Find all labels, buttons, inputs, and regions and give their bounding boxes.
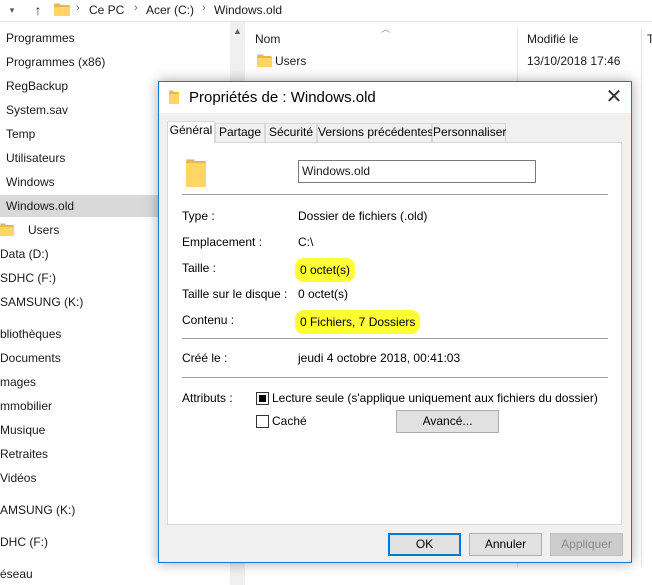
breadcrumb-item-ce-pc[interactable]: Ce PC <box>89 3 124 17</box>
nav-item-label: bliothèques <box>0 327 62 341</box>
type-value: Dossier de fichiers (.old) <box>298 209 428 223</box>
nav-item-label: DHC (F:) <box>0 535 48 549</box>
folder-icon <box>169 90 179 104</box>
folder-icon <box>186 159 206 187</box>
file-name: Users <box>275 54 307 68</box>
hidden-checkbox-label[interactable]: Caché <box>272 414 307 428</box>
file-modified-date: 13/10/2018 17:46 <box>527 54 621 68</box>
nav-item-label: Windows <box>6 175 55 189</box>
nav-item-label: Temp <box>6 127 36 141</box>
scroll-up-arrow-icon[interactable]: ▲ <box>230 26 245 36</box>
ok-button[interactable]: OK <box>388 533 461 556</box>
nav-item-label: Vidéos <box>0 471 37 485</box>
hidden-checkbox[interactable] <box>256 415 269 428</box>
size-label: Taille : <box>182 261 217 275</box>
dialog-titlebar[interactable]: Propriétés de : Windows.old ✕ <box>159 82 631 113</box>
nav-item-label: Documents <box>0 351 61 365</box>
properties-dialog: Propriétés de : Windows.old ✕ Général Pa… <box>158 81 632 563</box>
size-on-disk-label: Taille sur le disque : <box>182 287 288 301</box>
nav-item-label: Utilisateurs <box>6 151 66 165</box>
nav-item-label: Data (D:) <box>0 247 49 261</box>
breadcrumb[interactable]: › Ce PC › Acer (C:) › Windows.old <box>52 0 652 20</box>
folder-icon <box>54 3 70 16</box>
location-label: Emplacement : <box>182 235 263 249</box>
folder-name-field[interactable]: Windows.old <box>298 160 536 183</box>
nav-item-label: Programmes <box>6 31 75 45</box>
nav-item-label: AMSUNG (K:) <box>0 503 76 517</box>
apply-button[interactable]: Appliquer <box>550 533 623 556</box>
nav-item-reseau[interactable]: éseau <box>0 563 230 585</box>
nav-item-label: éseau <box>0 567 33 581</box>
nav-item-programmes-x86[interactable]: Programmes (x86) <box>0 51 230 73</box>
nav-item-label: Retraites <box>0 447 49 461</box>
dialog-title: Propriétés de : Windows.old <box>189 89 376 106</box>
created-value: jeudi 4 octobre 2018, 00:41:03 <box>298 351 461 365</box>
readonly-checkbox[interactable] <box>256 392 269 405</box>
nav-item-label: Programmes (x86) <box>6 55 106 69</box>
breadcrumb-item-drive[interactable]: Acer (C:) <box>146 3 194 17</box>
nav-item-label: SAMSUNG (K:) <box>0 295 84 309</box>
contents-value: 0 Fichiers, 7 Dossiers <box>298 313 418 331</box>
tab-personnaliser[interactable]: Personnaliser <box>432 123 506 142</box>
address-bar: ▾ ↑ › Ce PC › Acer (C:) › Windows.old <box>0 0 652 22</box>
divider <box>182 338 608 339</box>
sort-ascending-icon: ︿ <box>381 24 391 34</box>
type-label: Type : <box>182 209 215 223</box>
breadcrumb-item-windows-old[interactable]: Windows.old <box>214 3 282 17</box>
created-label: Créé le : <box>182 351 228 365</box>
divider <box>182 377 608 378</box>
breadcrumb-separator-icon: › <box>134 2 138 14</box>
nav-item-label: Musique <box>0 423 46 437</box>
location-value: C:\ <box>298 235 314 249</box>
contents-label: Contenu : <box>182 313 235 327</box>
column-header-modified[interactable]: Modifié le <box>527 32 578 46</box>
nav-item-label: mages <box>0 375 37 389</box>
attributes-label: Attributs : <box>182 391 233 405</box>
breadcrumb-separator-icon: › <box>202 2 206 14</box>
size-value: 0 octet(s) <box>298 261 353 279</box>
nav-item-programmes[interactable]: Programmes <box>0 27 230 49</box>
nav-item-label: mmobilier <box>0 399 53 413</box>
column-header-name[interactable]: Nom <box>255 32 280 46</box>
divider <box>182 194 608 195</box>
readonly-checkbox-label[interactable]: Lecture seule (s'applique uniquement aux… <box>272 391 598 405</box>
tab-general[interactable]: Général <box>167 121 215 143</box>
size-on-disk-value: 0 octet(s) <box>298 287 349 301</box>
nav-item-label: System.sav <box>6 103 69 117</box>
folder-icon <box>257 54 272 67</box>
breadcrumb-separator-icon: › <box>76 2 80 14</box>
advanced-button[interactable]: Avancé... <box>396 410 499 433</box>
tab-partage[interactable]: Partage <box>215 123 265 142</box>
nav-item-label: Users <box>28 223 60 237</box>
folder-icon <box>0 223 14 236</box>
column-divider[interactable] <box>641 28 642 568</box>
column-header-type[interactable]: T <box>647 32 652 46</box>
tab-versions-precedentes[interactable]: Versions précédentes <box>317 123 433 142</box>
nav-item-label: SDHC (F:) <box>0 271 56 285</box>
nav-item-label: Windows.old <box>6 199 75 213</box>
up-arrow-icon[interactable]: ↑ <box>30 1 46 19</box>
tab-securite[interactable]: Sécurité <box>265 123 317 142</box>
close-button[interactable]: ✕ <box>599 84 629 111</box>
nav-item-label: RegBackup <box>6 79 69 93</box>
close-icon: ✕ <box>605 86 623 108</box>
general-tab-panel: Windows.old Type : Dossier de fichiers (… <box>167 142 622 525</box>
recent-locations-chevron-icon[interactable]: ▾ <box>5 3 19 17</box>
cancel-button[interactable]: Annuler <box>469 533 542 556</box>
